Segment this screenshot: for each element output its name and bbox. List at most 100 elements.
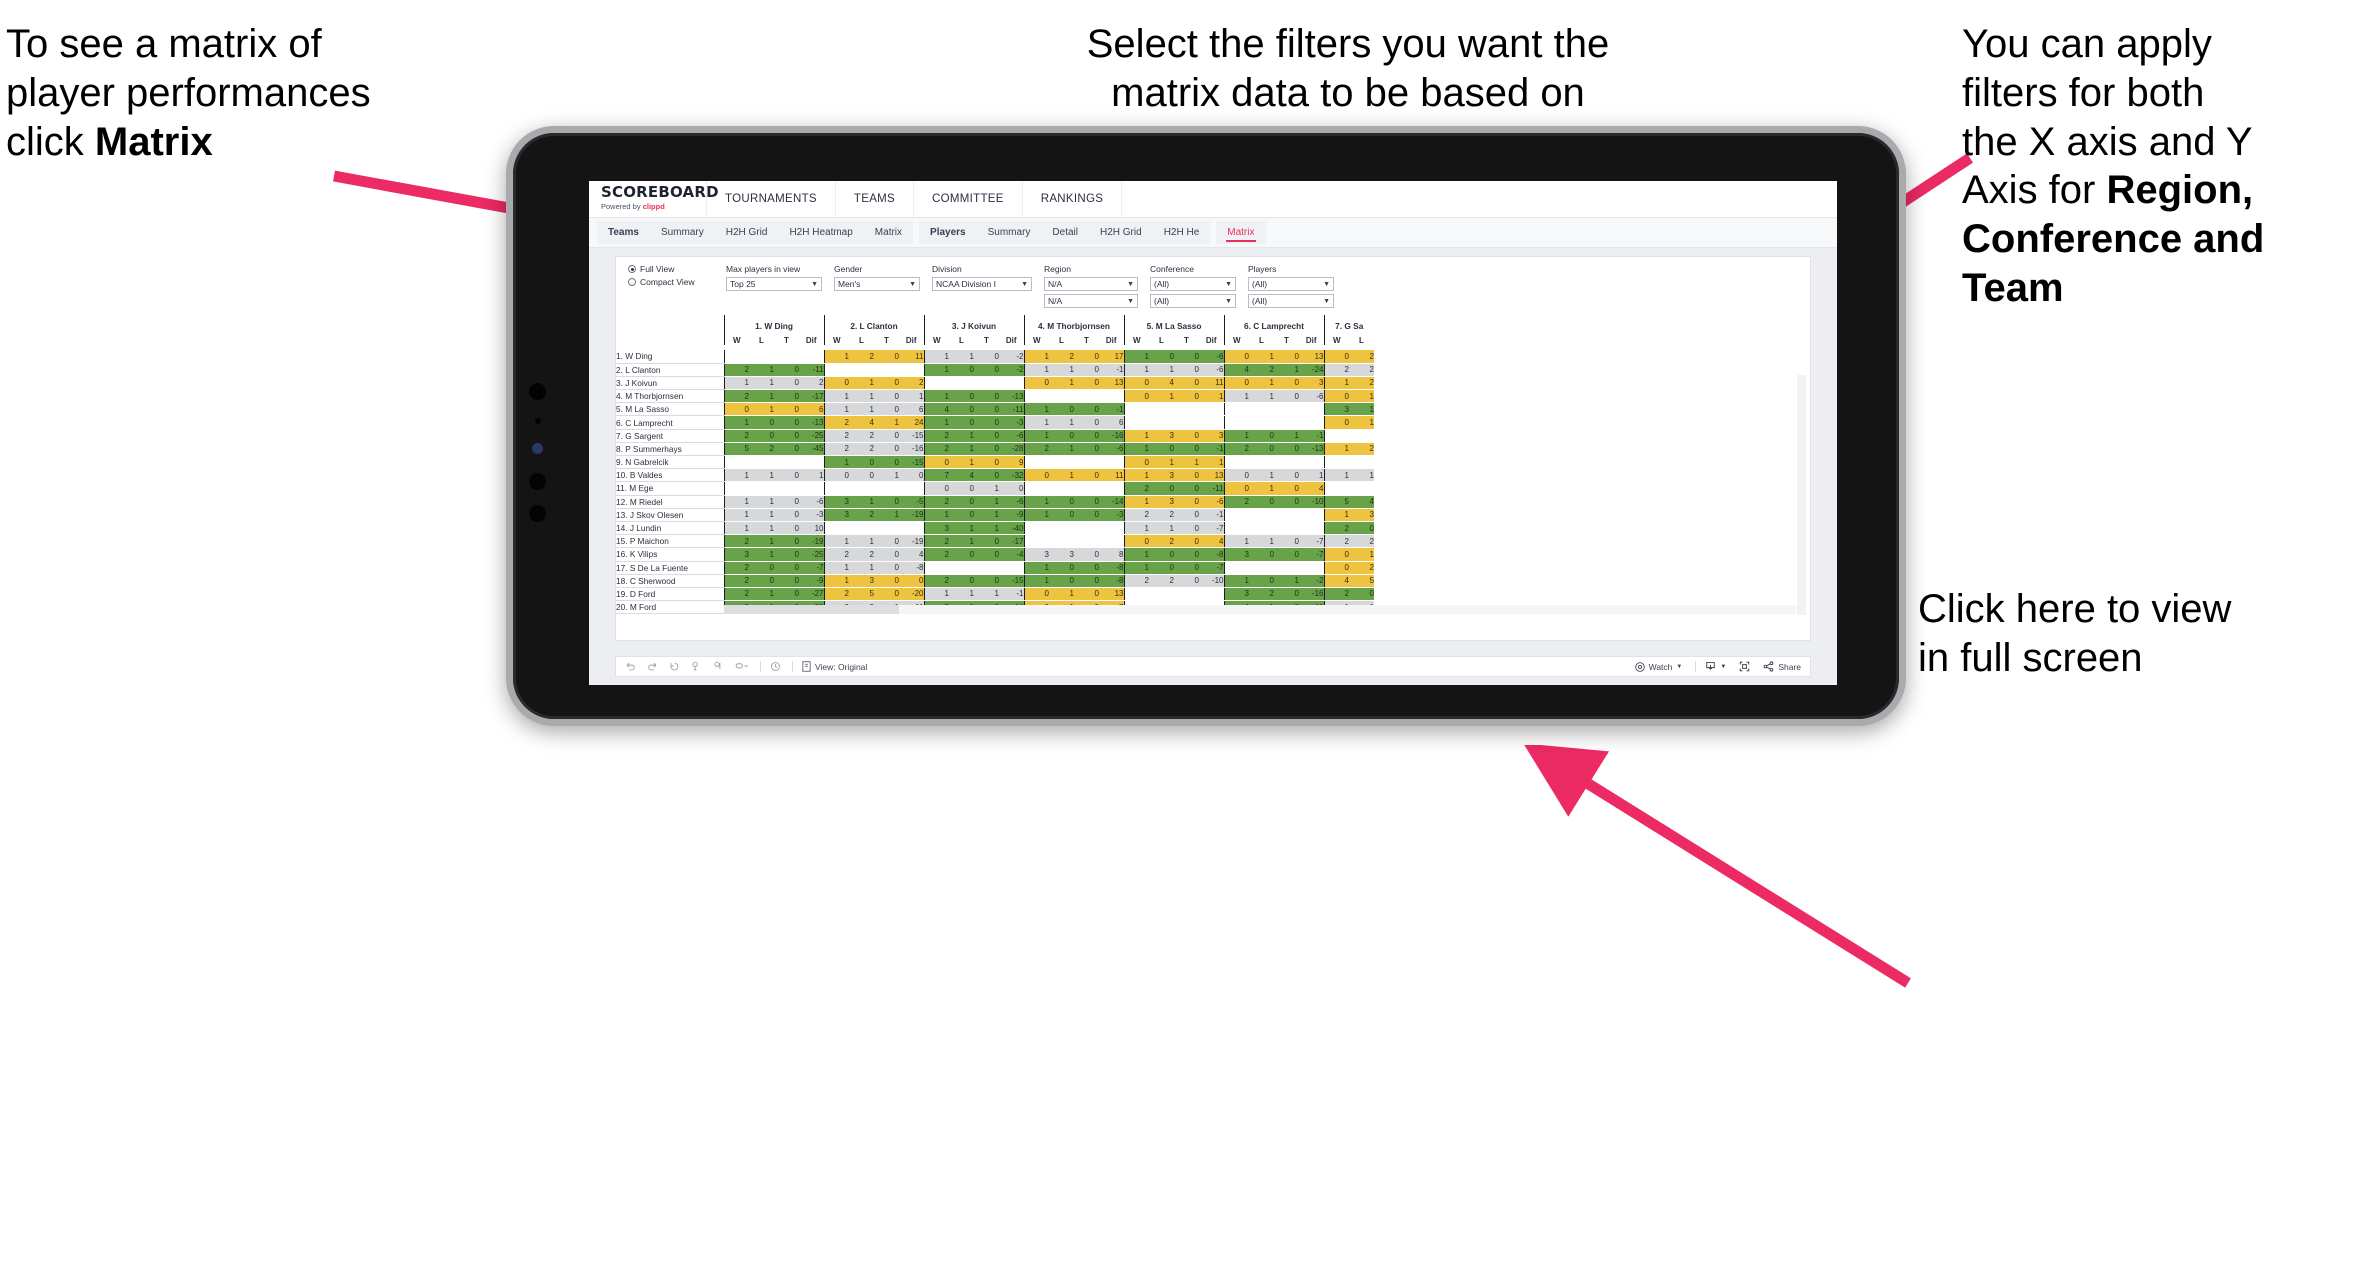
matrix-row-label[interactable]: 14. J Lundin xyxy=(616,521,724,536)
matrix-cell[interactable]: 1 xyxy=(1123,442,1149,457)
matrix-cell[interactable]: 0 xyxy=(899,574,924,588)
matrix-cell[interactable]: 1 xyxy=(1349,402,1374,417)
matrix-cell[interactable]: -2 xyxy=(1299,574,1324,588)
matrix-cell[interactable]: 1 xyxy=(749,468,774,483)
matrix-cell[interactable] xyxy=(1223,455,1249,470)
matrix-cell[interactable]: 17 xyxy=(1099,350,1124,364)
matrix-cell[interactable]: 0 xyxy=(774,363,799,377)
matrix-cell[interactable] xyxy=(949,376,974,391)
matrix-cell[interactable]: 0 xyxy=(949,389,974,404)
matrix-cell[interactable]: 0 xyxy=(874,402,899,417)
matrix-cell[interactable]: 1 xyxy=(749,402,774,417)
matrix-cell[interactable] xyxy=(1123,415,1149,430)
matrix-cell[interactable] xyxy=(774,350,799,364)
matrix-cell[interactable]: 0 xyxy=(1174,389,1199,404)
matrix-cell[interactable]: -17 xyxy=(999,534,1024,549)
matrix-cell[interactable]: 6 xyxy=(899,402,924,417)
matrix-cell[interactable] xyxy=(1049,481,1074,496)
matrix-cell[interactable]: 1 xyxy=(1349,468,1374,483)
matrix-cell[interactable]: 5 xyxy=(1323,495,1349,509)
matrix-cell[interactable]: 1 xyxy=(749,495,774,509)
matrix-cell[interactable] xyxy=(723,455,749,470)
matrix-row-label[interactable]: 2. L Clanton xyxy=(616,363,724,377)
matrix-column-header[interactable]: 4. M Thorbjornsen xyxy=(1023,315,1124,331)
filter-max-players-select[interactable]: Top 25 ▼ xyxy=(726,277,822,291)
matrix-cell[interactable]: 0 xyxy=(1174,534,1199,549)
matrix-cell[interactable]: -6 xyxy=(1099,442,1124,457)
matrix-cell[interactable]: 1 xyxy=(1049,442,1074,457)
matrix-cell[interactable] xyxy=(1149,402,1174,417)
matrix-row[interactable]: 4. M Thorbjornsen 2 1 0 -17 1 1 0 1 1 0 0 -13 0 1 0 1 1 1 0… xyxy=(616,389,1374,404)
matrix-row[interactable]: 8. P Summerhays 5 2 0 -45 2 2 0 -16 2 1 0 -28 2 1 0 -6 1 0… xyxy=(616,442,1374,457)
subnav-item-players-h2h-heatmap[interactable]: H2H He xyxy=(1153,221,1211,244)
matrix-row-label[interactable]: 5. M La Sasso xyxy=(616,402,724,417)
matrix-cell[interactable]: 0 xyxy=(874,376,899,391)
matrix-cell[interactable]: 4 xyxy=(949,468,974,483)
matrix-cell[interactable]: 0 xyxy=(849,468,874,483)
matrix-cell[interactable]: -10 xyxy=(1299,495,1324,509)
matrix-cell[interactable]: 1 xyxy=(874,508,899,522)
matrix-cell[interactable]: 0 xyxy=(1049,402,1074,417)
matrix-row[interactable]: 12. M Riedel 1 1 0 -6 3 1 0 -5 2 0 1 -6 1 0 0 -14 1 3 0 -6 2 0… xyxy=(616,495,1374,509)
matrix-cell[interactable]: 1 xyxy=(874,600,899,615)
matrix-cell[interactable]: 2 xyxy=(849,547,874,562)
matrix-cell[interactable] xyxy=(1123,587,1149,602)
matrix-cell[interactable]: 0 xyxy=(974,534,999,549)
matrix-row-label[interactable]: 10. B Valdes xyxy=(616,468,724,483)
matrix-cell[interactable]: -32 xyxy=(999,468,1024,483)
matrix-cell[interactable]: 2 xyxy=(849,429,874,443)
matrix-cell[interactable]: -7 xyxy=(1199,561,1224,575)
matrix-cell[interactable]: 0 xyxy=(1049,495,1074,509)
matrix-cell[interactable] xyxy=(949,561,974,575)
matrix-row-label[interactable]: 1. W Ding xyxy=(616,350,724,364)
matrix-cell[interactable]: 1 xyxy=(1174,455,1199,470)
matrix-cell[interactable]: 0 xyxy=(774,521,799,536)
matrix-cell[interactable]: 0 xyxy=(1323,389,1349,404)
matrix-row[interactable]: 3. J Koivun 1 1 0 2 0 1 0 2 0 1 0 13 0 4 0 11 0 1 0 3 1 2 xyxy=(616,376,1374,391)
matrix-cell[interactable]: 1 xyxy=(1123,468,1149,483)
matrix-cell[interactable]: 0 xyxy=(974,468,999,483)
matrix-cell[interactable] xyxy=(1074,389,1099,404)
matrix-cell[interactable]: 0 xyxy=(1074,495,1099,509)
matrix-cell[interactable]: 13 xyxy=(1099,376,1124,391)
matrix-cell[interactable] xyxy=(1223,402,1249,417)
matrix-cell[interactable]: 2 xyxy=(1349,363,1374,377)
matrix-cell[interactable]: 0 xyxy=(1174,495,1199,509)
matrix-cell[interactable]: 1 xyxy=(799,468,824,483)
matrix-cell[interactable]: 1 xyxy=(1323,508,1349,522)
matrix-row[interactable]: 16. K Vilips 3 1 0 -25 2 2 0 4 2 0 0 -4 3 3 0 8 1 0 0 -8 3 0 0-… xyxy=(616,547,1374,562)
matrix-cell[interactable]: -15 xyxy=(899,429,924,443)
matrix-cell[interactable]: -7 xyxy=(799,561,824,575)
matrix-cell[interactable]: 3 xyxy=(1149,429,1174,443)
matrix-cell[interactable]: -1 xyxy=(1099,363,1124,377)
matrix-row[interactable]: 13. J Skov Olesen 1 1 0 -3 3 2 1 -19 1 0 1 -9 1 0 0 -3 2 2… xyxy=(616,508,1374,522)
matrix-cell[interactable]: 0 xyxy=(1274,389,1299,404)
download-button[interactable]: ▼ xyxy=(1705,661,1726,672)
matrix-cell[interactable]: -16 xyxy=(1299,587,1324,602)
matrix-cell[interactable]: 1 xyxy=(723,468,749,483)
matrix-cell[interactable]: 0 xyxy=(1223,481,1249,496)
matrix-cell[interactable]: 1 xyxy=(1123,561,1149,575)
matrix-cell[interactable]: 2 xyxy=(1023,442,1049,457)
matrix-cell[interactable]: 10 xyxy=(799,521,824,536)
matrix-cell[interactable] xyxy=(1249,402,1274,417)
matrix-cell[interactable]: -6 xyxy=(999,495,1024,509)
matrix-row-label[interactable]: 8. P Summerhays xyxy=(616,442,724,457)
matrix-cell[interactable]: 0 xyxy=(1074,574,1099,588)
matrix-cell[interactable]: 0 xyxy=(1149,481,1174,496)
undo-icon[interactable] xyxy=(625,661,636,672)
matrix-cell[interactable]: 4 xyxy=(1299,481,1324,496)
matrix-cell[interactable] xyxy=(1349,455,1374,470)
matrix-cell[interactable]: 2 xyxy=(1249,363,1274,377)
matrix-cell[interactable]: 1 xyxy=(749,521,774,536)
matrix-cell[interactable] xyxy=(1249,508,1274,522)
matrix-cell[interactable]: 3 xyxy=(823,508,849,522)
matrix-cell[interactable]: 0 xyxy=(1074,442,1099,457)
matrix-cell[interactable] xyxy=(1023,521,1049,536)
matrix-cell[interactable] xyxy=(799,350,824,364)
matrix-cell[interactable]: 1 xyxy=(823,561,849,575)
matrix-cell[interactable]: 1 xyxy=(749,389,774,404)
matrix-row-label[interactable]: 6. C Lamprecht xyxy=(616,415,724,430)
matrix-cell[interactable] xyxy=(1174,415,1199,430)
matrix-row-label[interactable]: 20. M Ford xyxy=(616,600,724,615)
